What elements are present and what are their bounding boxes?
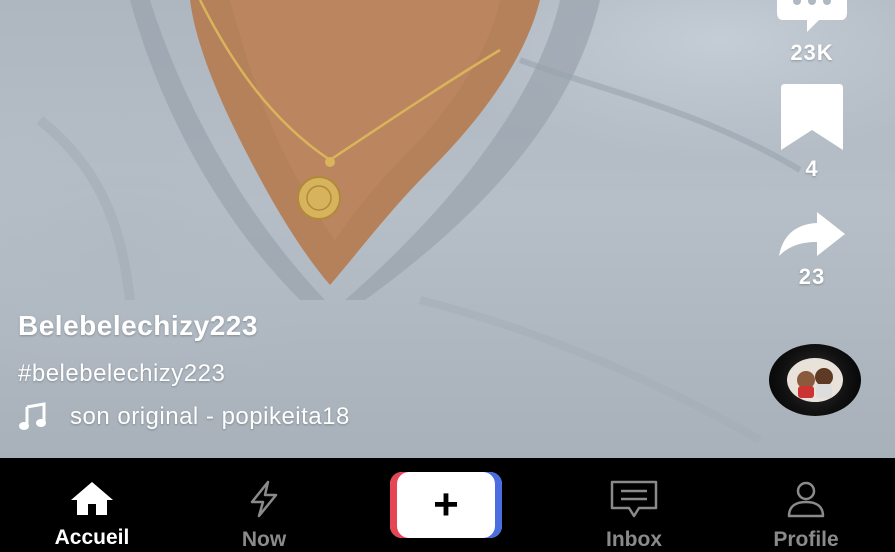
bookmark-action[interactable]: 4 [772, 84, 852, 182]
music-note-icon [19, 402, 46, 430]
disc-avatar-icon [787, 358, 843, 402]
home-icon [71, 482, 113, 515]
bookmark-icon[interactable] [781, 84, 843, 150]
inbox-icon [610, 480, 658, 518]
video-player[interactable]: 23K 4 23 Belebelechizy223 #belebelechizy… [0, 0, 895, 458]
nav-now[interactable]: Now [204, 480, 324, 552]
hashtag[interactable]: #belebelechizy223 [18, 360, 350, 388]
share-action[interactable]: 23 [772, 210, 852, 290]
bottom-nav: Accueil Now + Inbox Profile [0, 458, 895, 552]
share-count: 23 [798, 264, 826, 289]
person-icon [787, 481, 825, 518]
username[interactable]: Belebelechizy223 [18, 310, 350, 342]
sound-label[interactable]: son original - popikeita18 [70, 403, 350, 431]
create-button[interactable]: + [390, 472, 502, 538]
comment-icon[interactable] [775, 0, 849, 34]
lightning-icon [250, 480, 278, 518]
comment-count: 23K [790, 40, 834, 65]
nav-home[interactable]: Accueil [32, 480, 152, 550]
nav-now-label: Now [241, 528, 287, 551]
nav-profile[interactable]: Profile [746, 480, 866, 552]
nav-profile-label: Profile [773, 528, 839, 551]
plus-icon: + [433, 480, 459, 529]
bookmark-count: 4 [805, 156, 819, 181]
sound-row[interactable]: son original - popikeita18 [18, 402, 350, 432]
music-disc[interactable] [769, 344, 861, 416]
nav-inbox-label: Inbox [606, 528, 662, 551]
share-icon[interactable] [777, 210, 847, 258]
caption-block: Belebelechizy223 #belebelechizy223 son o… [18, 310, 350, 432]
nav-home-label: Accueil [54, 526, 130, 549]
comment-action[interactable]: 23K [772, 0, 852, 66]
nav-inbox[interactable]: Inbox [574, 480, 694, 552]
